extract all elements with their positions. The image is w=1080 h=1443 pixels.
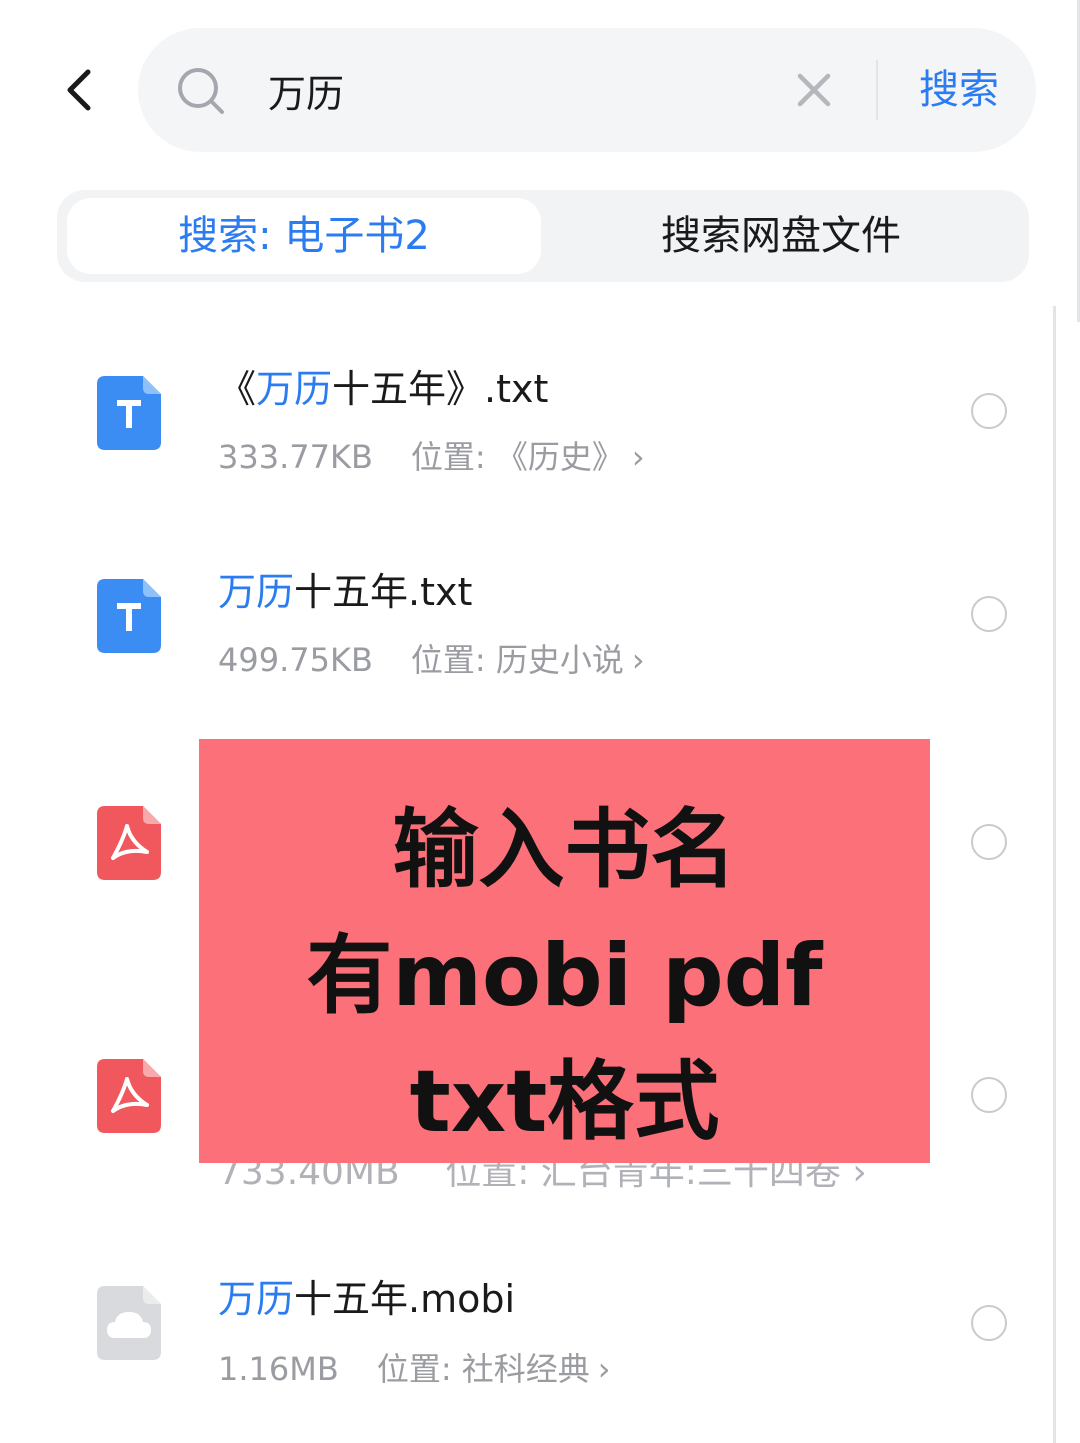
search-bar: 搜索: [138, 28, 1036, 152]
tab-ebook[interactable]: 搜索: 电子书2: [67, 198, 541, 274]
chevron-right-icon: ›: [597, 1350, 611, 1388]
location-link[interactable]: 历史小说: [496, 641, 624, 679]
txt-file-icon: [97, 579, 161, 653]
title-highlight: 万历: [218, 570, 295, 614]
title-highlight: 万历: [218, 1277, 295, 1321]
banner-line-3: txt格式: [409, 1052, 720, 1152]
title-rest: 十五年.txt: [294, 570, 473, 614]
chevron-left-icon: [67, 69, 91, 111]
title-prefix: 《: [218, 367, 257, 411]
search-results-page: 搜索 搜索: 电子书2 搜索网盘文件 《万历十五年》.txt 333.77KB位…: [0, 0, 1080, 1443]
location-label: 位置:: [376, 1350, 452, 1388]
search-button[interactable]: 搜索: [894, 58, 1024, 122]
banner-line-2: 有mobi pdf: [306, 926, 823, 1026]
select-radio[interactable]: [971, 596, 1007, 632]
location-link[interactable]: 《历史》: [496, 438, 624, 476]
file-title[interactable]: 《万历十五年》.txt: [218, 358, 548, 413]
list-item[interactable]: 万历十五年.mobi 1.16MB 位置: 社科经典 ›: [0, 1240, 1040, 1430]
back-button[interactable]: [52, 60, 112, 120]
pdf-file-icon: [97, 806, 161, 880]
title-rest: 十五年.mobi: [294, 1277, 516, 1321]
promo-banner: 输入书名 有mobi pdf txt格式: [199, 739, 930, 1163]
location-label: 位置:: [410, 641, 486, 679]
select-radio[interactable]: [971, 393, 1007, 429]
select-radio[interactable]: [971, 1077, 1007, 1113]
file-size: 499.75KB: [218, 641, 373, 679]
search-scope-tabs: 搜索: 电子书2 搜索网盘文件: [57, 190, 1029, 282]
file-meta: 499.75KB 位置: 历史小说 ›: [218, 635, 645, 681]
title-rest: 十五年》.txt: [332, 367, 549, 411]
chevron-right-icon: ›: [631, 641, 645, 679]
txt-file-icon: [97, 376, 161, 450]
file-meta: 333.77KB 位置: 《历史》 ›: [218, 432, 645, 478]
clear-icon[interactable]: [794, 70, 834, 110]
list-item[interactable]: 万历十五年.txt 499.75KB 位置: 历史小说 ›: [0, 533, 1040, 723]
title-highlight: 万历: [256, 367, 333, 411]
search-icon: [178, 68, 224, 114]
divider: [876, 60, 878, 120]
tab-cloud-files[interactable]: 搜索网盘文件: [543, 198, 1019, 274]
location-link[interactable]: 社科经典: [462, 1350, 590, 1388]
select-radio[interactable]: [971, 824, 1007, 860]
location-label: 位置:: [410, 438, 486, 476]
select-radio[interactable]: [971, 1305, 1007, 1341]
file-title[interactable]: 万历十五年.mobi: [218, 1268, 515, 1323]
pdf-file-icon: [97, 1059, 161, 1133]
file-meta: 1.16MB 位置: 社科经典 ›: [218, 1344, 611, 1390]
list-item[interactable]: 《万历十五年》.txt 333.77KB 位置: 《历史》 ›: [0, 330, 1040, 520]
chevron-right-icon: ›: [631, 438, 645, 476]
file-size: 333.77KB: [218, 438, 373, 476]
file-title[interactable]: 万历十五年.txt: [218, 561, 472, 616]
banner-line-1: 输入书名: [392, 800, 737, 900]
search-input[interactable]: [268, 58, 768, 122]
cloud-file-icon: [97, 1286, 161, 1360]
scrollbar[interactable]: [1053, 306, 1056, 1443]
file-size: 1.16MB: [218, 1350, 339, 1388]
